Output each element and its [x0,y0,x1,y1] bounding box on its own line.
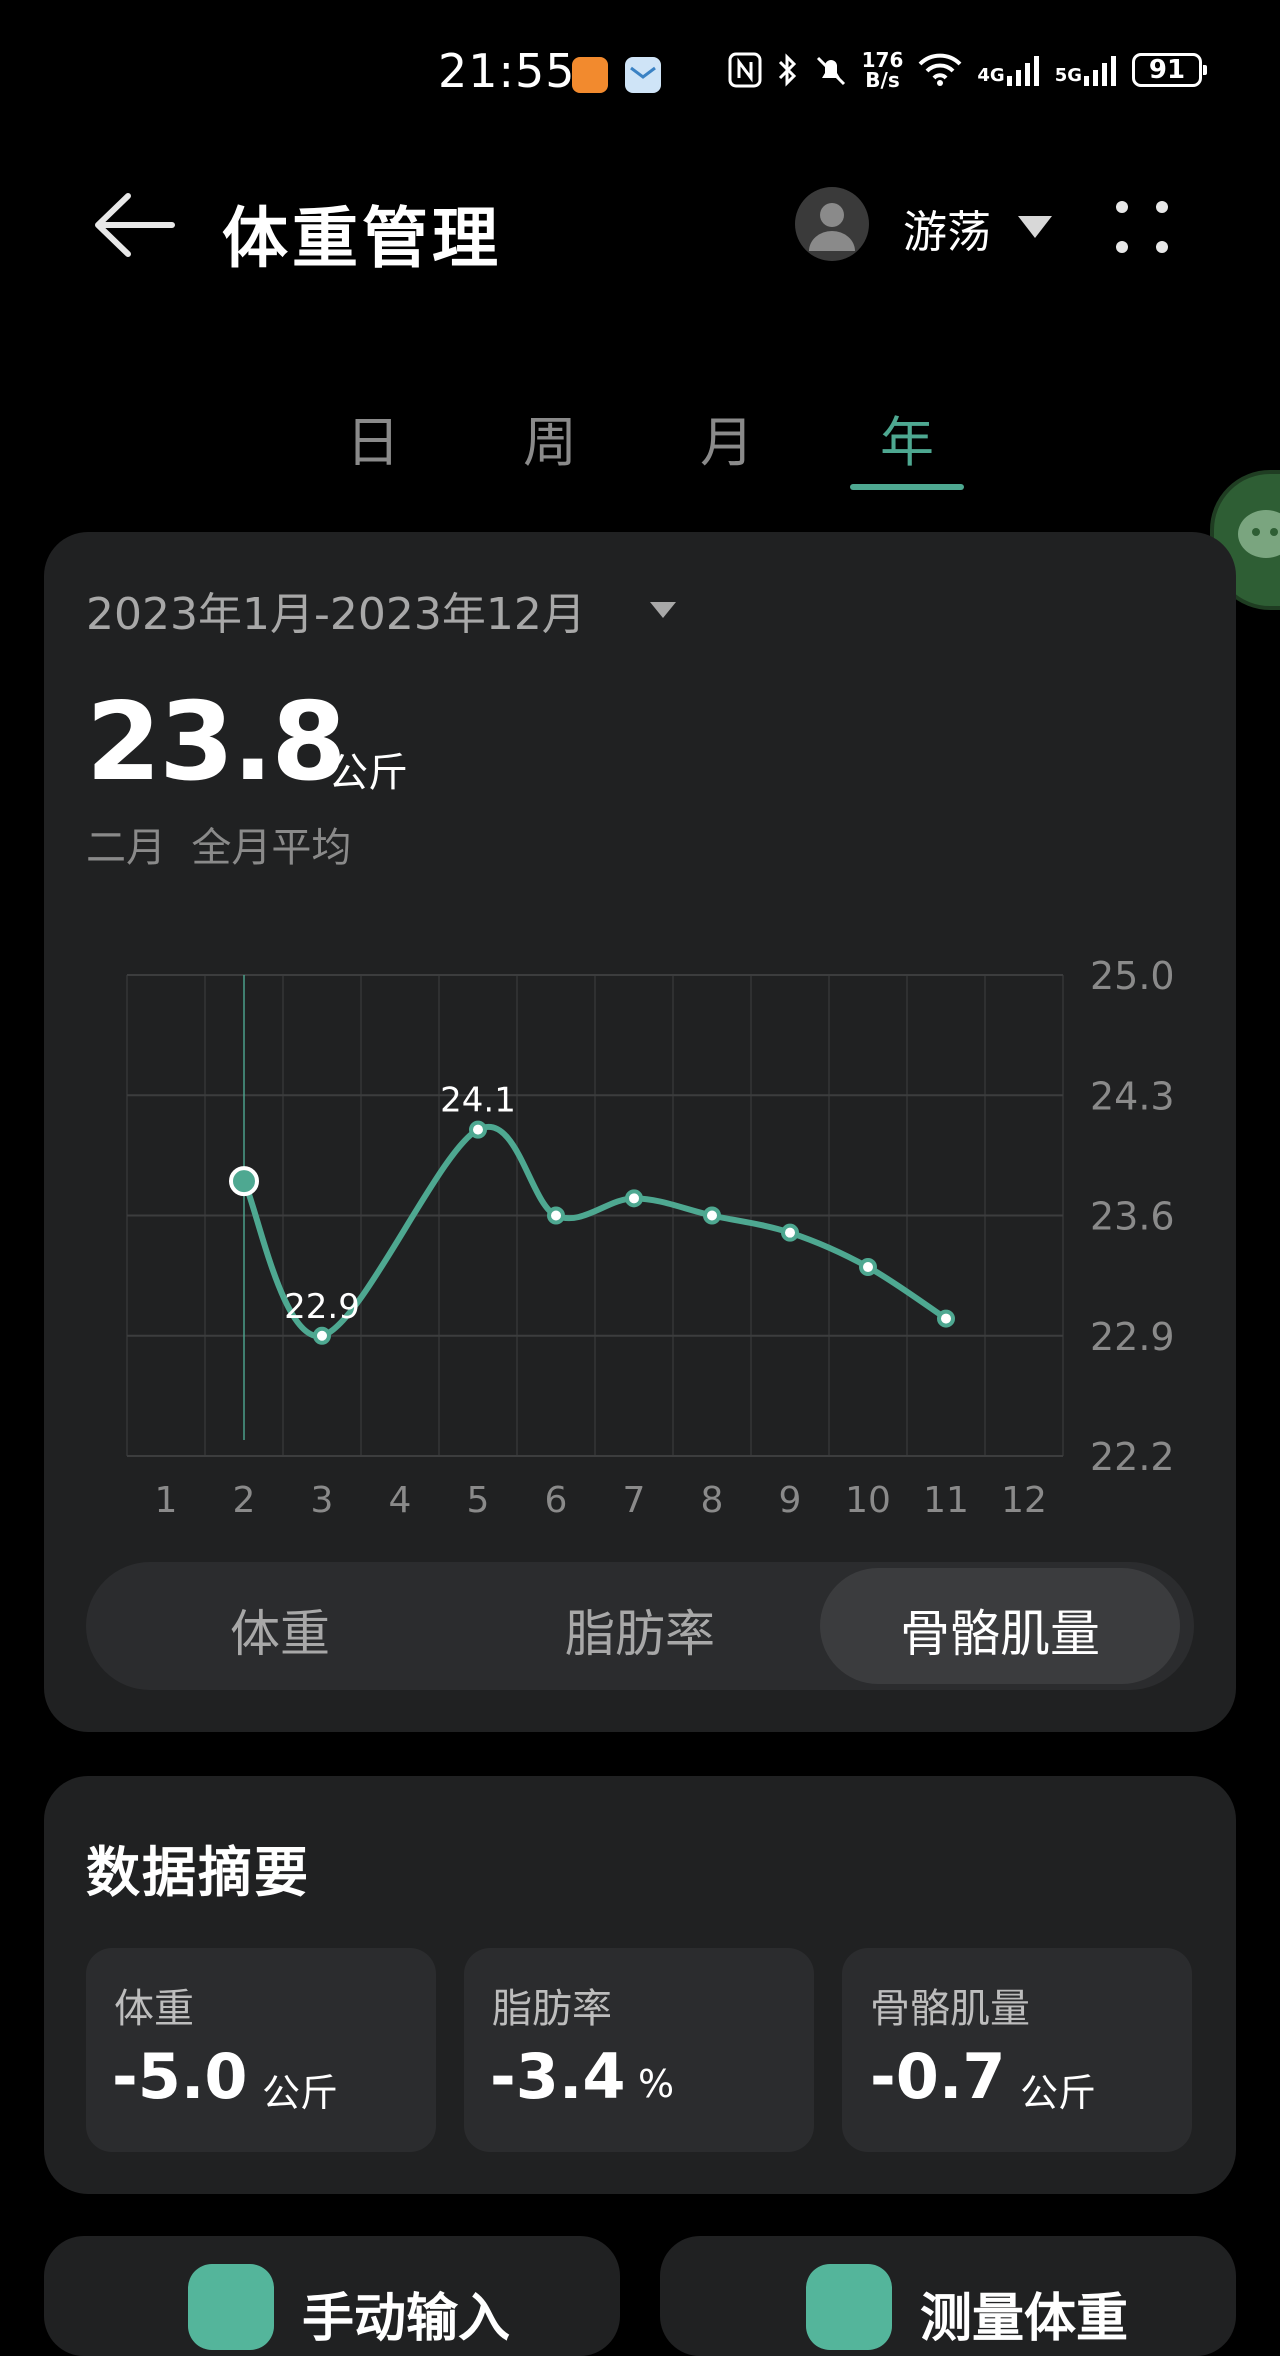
data-point [703,1206,721,1225]
weight-line-chart[interactable]: 25.024.323.622.922.21 2 3 4 5 6 7 8 9 10 11 1224.12… [0,0,1280,1540]
tile-unit: % [638,2062,675,2106]
data-summary-title: 数据摘要 [86,1841,310,1904]
x-tick-label: 11 [923,1480,969,1521]
data-point [937,1309,955,1328]
data-point [547,1206,565,1225]
metric-weight[interactable]: 体重 [110,1594,450,1666]
y-tick-label: 25.0 [1090,954,1175,998]
x-tick-label: 12 [1001,1480,1047,1521]
tile-unit: 公斤 [1020,2071,1097,2115]
data-label: 24.1 [440,1081,516,1121]
tile-value: -5.0 [112,2040,248,2113]
x-tick-label: 6 [545,1480,568,1521]
x-tick-label: 10 [845,1480,891,1521]
x-tick-label: 4 [389,1480,412,1521]
y-tick-label: 24.3 [1090,1074,1175,1118]
y-tick-label: 22.9 [1090,1315,1175,1359]
manual-input-icon [188,2264,274,2350]
manual-input-label: 手动输入 [302,2289,511,2349]
data-point [859,1258,877,1277]
x-tick-label: 9 [779,1480,802,1521]
x-tick-label: 1 [155,1480,178,1521]
tile-value: -3.4 [490,2040,626,2113]
tile-label: 体重 [114,1986,194,2032]
x-tick-label: 8 [701,1480,724,1521]
measure-weight-icon [806,2264,892,2350]
tile-label: 脂肪率 [492,1986,612,2032]
tile-value: -0.7 [870,2040,1006,2113]
tile-unit: 公斤 [262,2071,339,2115]
metric-fat-rate[interactable]: 脂肪率 [470,1594,810,1666]
y-tick-label: 23.6 [1090,1195,1175,1239]
tile-label: 骨骼肌量 [870,1986,1030,2032]
data-point [313,1326,331,1345]
measure-weight-label: 测量体重 [920,2289,1129,2349]
y-tick-label: 22.2 [1090,1435,1175,1479]
data-point-selected [229,1166,259,1197]
data-point [469,1120,487,1139]
x-tick-label: 5 [467,1480,490,1521]
x-tick-label: 3 [311,1480,334,1521]
x-tick-label: 7 [623,1480,646,1521]
metric-muscle-mass[interactable]: 骨骼肌量 [830,1594,1170,1666]
data-label: 22.9 [284,1287,360,1327]
data-point [625,1189,643,1208]
x-tick-label: 2 [233,1480,256,1521]
data-point [781,1223,799,1242]
